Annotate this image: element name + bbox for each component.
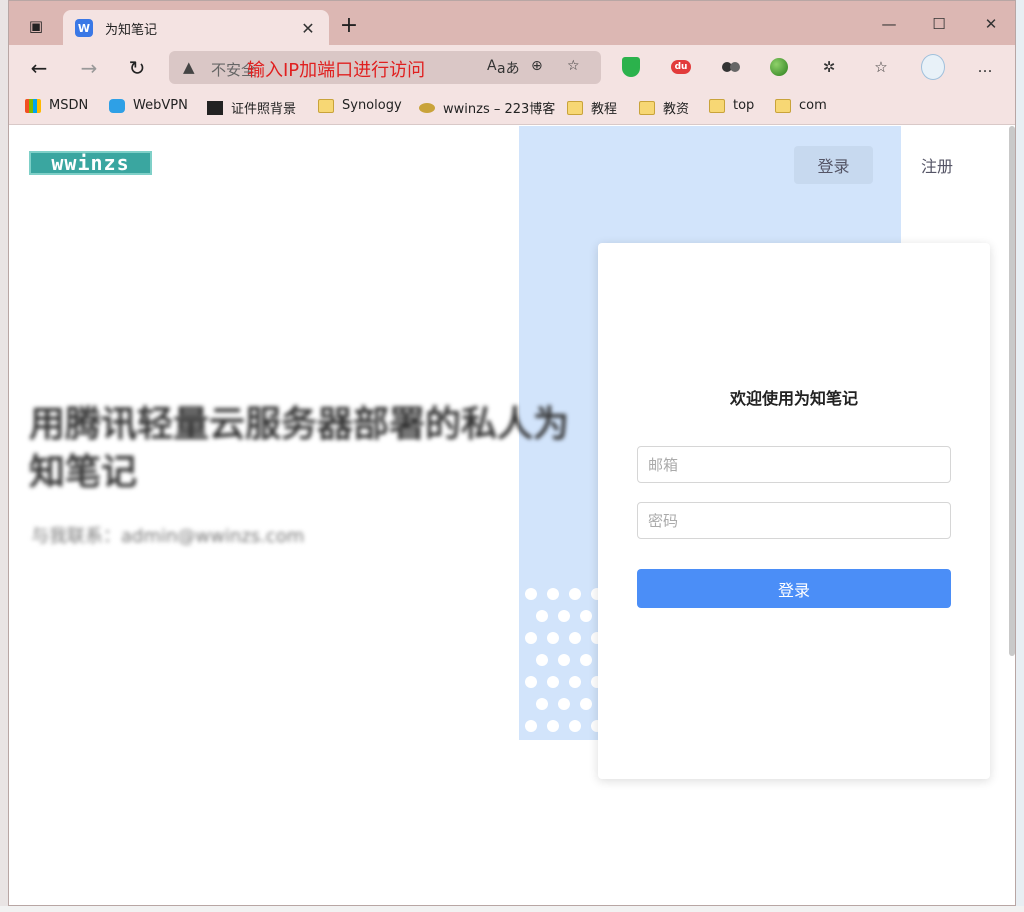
decor-dot — [525, 720, 537, 732]
folder-icon — [567, 100, 583, 115]
desktop-right-edge — [1016, 0, 1024, 912]
translate-icon[interactable]: aあ — [497, 58, 520, 78]
decor-dot — [580, 698, 592, 710]
decor-dot — [547, 676, 559, 688]
bookmark-wwinzs-blog[interactable]: wwinzs – 223博客 — [419, 98, 555, 117]
decor-dot — [536, 610, 548, 622]
minimize-icon[interactable]: — — [877, 13, 901, 35]
decor-dot — [569, 720, 581, 732]
refresh-icon[interactable]: ↻ — [123, 54, 151, 82]
decor-dot — [525, 588, 537, 600]
bookmark-webvpn[interactable]: WebVPN — [109, 98, 188, 113]
toolbar: ← → ↻ ▲ 不安全 输入IP加端口进行访问 A aあ ⊕ ☆ du ✲ ☆ … — [9, 45, 1015, 89]
page-content: wwinzs 登录 注册 用腾讯轻量云服务器部署的私人为知笔记 与我联系：adm… — [9, 126, 1015, 905]
hero-contact: 与我联系：admin@wwinzs.com — [31, 526, 305, 547]
dot-pattern — [519, 586, 614, 740]
decor-dot — [580, 654, 592, 666]
du-extension-icon[interactable]: du — [669, 55, 693, 79]
favorite-add-icon[interactable]: ☆ — [567, 58, 580, 74]
email-field[interactable] — [637, 446, 951, 483]
bookmark-msdn[interactable]: MSDN — [25, 98, 88, 113]
lock-icon — [109, 98, 125, 113]
login-card: 欢迎使用为知笔记 登录 — [598, 243, 990, 779]
wiz-favicon-icon: W — [75, 19, 93, 37]
decor-dot — [558, 698, 570, 710]
read-aloud-icon[interactable]: A — [487, 58, 497, 74]
coin-icon — [419, 102, 435, 113]
tab-close-icon[interactable]: ✕ — [299, 19, 317, 38]
bookmark-com[interactable]: com — [775, 98, 827, 113]
photo-icon — [207, 100, 223, 115]
folder-icon — [318, 98, 334, 113]
decor-dot — [525, 676, 537, 688]
shield-extension-icon[interactable] — [619, 55, 643, 79]
hero-title: 用腾讯轻量云服务器部署的私人为知笔记 — [29, 404, 570, 493]
decor-dot — [536, 654, 548, 666]
folder-icon — [775, 98, 791, 113]
desktop-bottom-edge — [0, 906, 1024, 912]
dots-extension-icon[interactable] — [719, 55, 743, 79]
password-field[interactable] — [637, 502, 951, 539]
address-bar[interactable]: ▲ 不安全 输入IP加端口进行访问 A aあ ⊕ ☆ — [169, 51, 601, 84]
favorites-icon[interactable]: ☆ — [869, 55, 893, 79]
site-logo[interactable]: wwinzs — [29, 151, 152, 175]
extensions-icon[interactable]: ✲ — [817, 55, 841, 79]
more-icon[interactable]: … — [973, 55, 997, 79]
bookmark-top[interactable]: top — [709, 98, 754, 113]
bookmarks-bar: MSDN WebVPN 证件照背景 Synology wwinzs – 223博… — [9, 89, 1015, 125]
bookmark-teaching[interactable]: 教资 — [639, 98, 689, 117]
decor-dot — [580, 610, 592, 622]
bookmark-photo-bg[interactable]: 证件照背景 — [207, 98, 296, 117]
decor-dot — [558, 654, 570, 666]
decor-dot — [547, 588, 559, 600]
zoom-icon[interactable]: ⊕ — [531, 58, 543, 74]
decor-dot — [547, 720, 559, 732]
decor-dot — [569, 588, 581, 600]
desktop-left-edge — [0, 0, 8, 912]
decor-dot — [547, 632, 559, 644]
msdn-icon — [25, 98, 41, 113]
decor-dot — [569, 632, 581, 644]
folder-icon — [709, 98, 725, 113]
browser-window: ▣ W 为知笔记 ✕ + — ☐ ✕ ← → ↻ ▲ 不安全 输入IP加端口进行… — [8, 0, 1016, 906]
title-bar: ▣ W 为知笔记 ✕ + — ☐ ✕ — [9, 1, 1015, 46]
decor-dot — [536, 698, 548, 710]
warning-icon: ▲ — [183, 58, 195, 76]
nav-login-button[interactable]: 登录 — [794, 146, 873, 184]
bookmark-synology[interactable]: Synology — [318, 98, 402, 113]
new-tab-icon[interactable]: + — [337, 15, 361, 37]
tab-active[interactable]: W 为知笔记 ✕ — [63, 10, 329, 46]
scrollbar[interactable] — [1009, 126, 1015, 656]
decor-dot — [558, 610, 570, 622]
tab-actions-icon[interactable]: ▣ — [23, 13, 49, 39]
address-annotation: 输入IP加端口进行访问 — [247, 60, 426, 81]
bookmark-tutorial[interactable]: 教程 — [567, 98, 617, 117]
decor-dot — [525, 632, 537, 644]
forward-icon[interactable]: → — [75, 54, 103, 82]
globe-extension-icon[interactable] — [767, 55, 791, 79]
login-title: 欢迎使用为知笔记 — [729, 389, 858, 408]
profile-avatar[interactable] — [921, 54, 945, 80]
maximize-icon[interactable]: ☐ — [927, 13, 951, 35]
nav-register-link[interactable]: 注册 — [921, 146, 953, 184]
decor-dot — [569, 676, 581, 688]
login-submit-button[interactable]: 登录 — [637, 569, 951, 608]
close-window-icon[interactable]: ✕ — [979, 13, 1003, 35]
back-icon[interactable]: ← — [25, 54, 53, 82]
folder-icon — [639, 100, 655, 115]
tab-title: 为知笔记 — [105, 22, 158, 38]
